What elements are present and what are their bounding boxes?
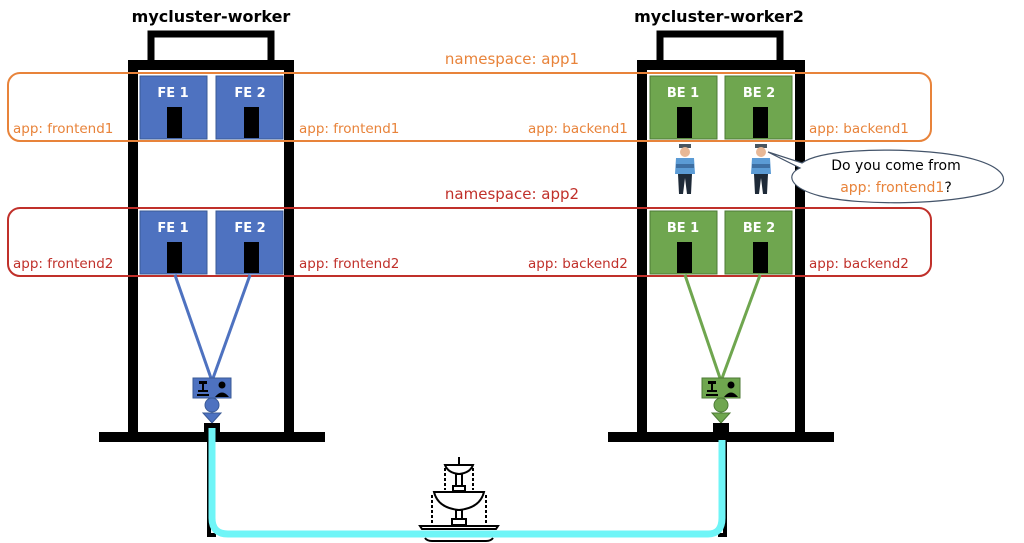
frontend-links	[173, 274, 252, 382]
pod-label: FE 1	[157, 86, 188, 101]
backend-links	[683, 274, 762, 382]
app-label: app: backend1	[528, 121, 628, 137]
pod-be2[interactable]: BE 2	[724, 210, 793, 275]
bubble-line2: app: frontend1?	[840, 180, 952, 196]
pod-door	[677, 242, 692, 273]
pod-label: BE 2	[743, 221, 775, 236]
service-arrow-icon	[710, 412, 732, 424]
bubble-suffix: ?	[944, 180, 951, 196]
app-label: app: frontend1	[299, 121, 399, 137]
service-node	[713, 397, 729, 413]
pod-door	[167, 107, 182, 138]
pod-door	[244, 107, 259, 138]
building-roof	[656, 30, 784, 60]
police-officer-icon	[675, 144, 695, 194]
pod-fe1[interactable]: FE 1	[139, 210, 208, 275]
pod-be1[interactable]: BE 1	[649, 210, 718, 275]
app-label: app: backend2	[528, 256, 628, 272]
app-label: app: frontend2	[13, 256, 113, 272]
pod-door	[244, 242, 259, 273]
police-officer-icon	[751, 144, 771, 194]
app-label: app: frontend2	[299, 256, 399, 272]
node-title: mycluster-worker	[132, 7, 291, 26]
bubble-highlight: app: frontend1	[840, 180, 944, 196]
service-arrow-icon	[201, 412, 223, 424]
network-port	[713, 423, 729, 433]
service-node	[204, 397, 220, 413]
pod-be2[interactable]: BE 2	[724, 75, 793, 140]
building-right-wall	[795, 60, 805, 438]
namespace-label: namespace: app1	[445, 50, 579, 68]
building-left-wall	[637, 60, 647, 438]
pod-fe2[interactable]: FE 2	[215, 210, 284, 275]
pod-label: BE 2	[743, 86, 775, 101]
app-label: app: backend1	[809, 121, 909, 137]
app-label: app: frontend1	[13, 121, 113, 137]
pod-label: FE 2	[234, 221, 265, 236]
namespace-label: namespace: app2	[445, 185, 579, 203]
pod-label: BE 1	[667, 86, 699, 101]
pod-door	[753, 242, 768, 273]
backend-gateway	[701, 377, 741, 433]
network-policy-diagram: mycluster-worker mycluster-worker2 names…	[7, 7, 1004, 542]
pod-label: BE 1	[667, 221, 699, 236]
frontend-gateway	[192, 377, 232, 433]
pod-door	[753, 107, 768, 138]
building-right-wall	[284, 60, 294, 438]
bubble-line1: Do you come from	[831, 158, 961, 174]
pod-label: FE 1	[157, 221, 188, 236]
pod-fe1[interactable]: FE 1	[139, 75, 208, 140]
pod-label: FE 2	[234, 86, 265, 101]
app-label: app: backend2	[809, 256, 909, 272]
building-top-beam	[637, 60, 805, 70]
node-title: mycluster-worker2	[634, 7, 804, 26]
namespace-app2: namespace: app2 FE 1 FE 2 BE 1 BE 2 app:…	[7, 185, 932, 277]
pod-be1[interactable]: BE 1	[649, 75, 718, 140]
pod-door	[167, 242, 182, 273]
building-left-wall	[128, 60, 138, 438]
building-roof	[147, 30, 275, 60]
building-top-beam	[128, 60, 294, 70]
fountain-icon	[418, 457, 500, 542]
pod-door	[677, 107, 692, 138]
pod-fe2[interactable]: FE 2	[215, 75, 284, 140]
